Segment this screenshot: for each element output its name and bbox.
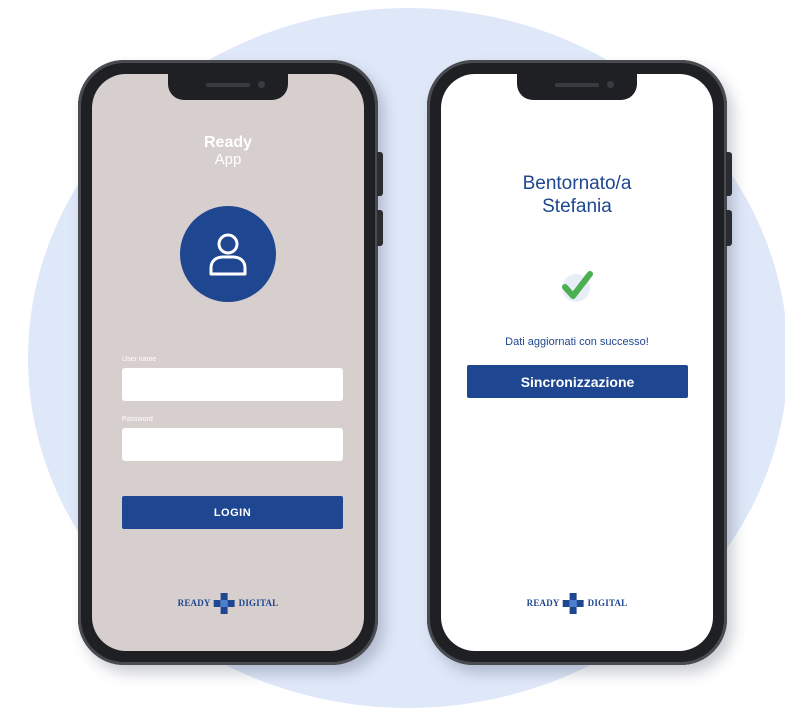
camera-dot xyxy=(607,81,614,88)
ready-digital-logo-mark xyxy=(562,593,584,614)
app-title: Ready xyxy=(203,134,253,151)
logo-text-left: READY xyxy=(526,598,560,608)
ready-digital-logo: READY DIGITAL xyxy=(178,592,279,614)
login-screen: Ready App User name Password LOGIN READY… xyxy=(92,74,364,651)
speaker-grille xyxy=(206,83,250,87)
welcome-heading: Bentornato/a Stefania xyxy=(441,172,713,218)
sync-button[interactable]: Sincronizzazione xyxy=(467,365,688,398)
ready-digital-logo-mark xyxy=(213,593,235,614)
ready-digital-logo: READY DIGITAL xyxy=(527,592,628,614)
check-icon xyxy=(562,271,593,302)
logo-text-right: DIGITAL xyxy=(587,598,628,608)
phone-success: Bentornato/a Stefania Dati aggiornati co… xyxy=(427,60,732,665)
phone-side-button xyxy=(726,210,732,246)
username-label: User name xyxy=(122,356,157,363)
phone-side-button xyxy=(726,152,732,196)
phone-side-button xyxy=(377,152,383,196)
camera-dot xyxy=(258,81,265,88)
phone-login: Ready App User name Password LOGIN READY… xyxy=(78,60,383,665)
logo-text-left: READY xyxy=(177,598,211,608)
welcome-line-1: Bentornato/a xyxy=(522,173,632,194)
password-label: Password xyxy=(122,416,153,423)
app-subtitle: App xyxy=(214,151,242,168)
password-field[interactable] xyxy=(122,428,343,461)
user-icon xyxy=(209,233,247,276)
phone-side-button xyxy=(377,210,383,246)
speaker-grille xyxy=(555,83,599,87)
login-button[interactable]: LOGIN xyxy=(122,496,343,529)
logo-text-right: DIGITAL xyxy=(238,598,279,608)
username-field[interactable] xyxy=(122,368,343,401)
notch xyxy=(168,74,288,100)
avatar xyxy=(180,206,276,302)
welcome-line-2: Stefania xyxy=(542,196,612,217)
notch xyxy=(517,74,637,100)
status-message: Dati aggiornati con successo! xyxy=(505,336,649,348)
success-screen: Bentornato/a Stefania Dati aggiornati co… xyxy=(441,74,713,651)
